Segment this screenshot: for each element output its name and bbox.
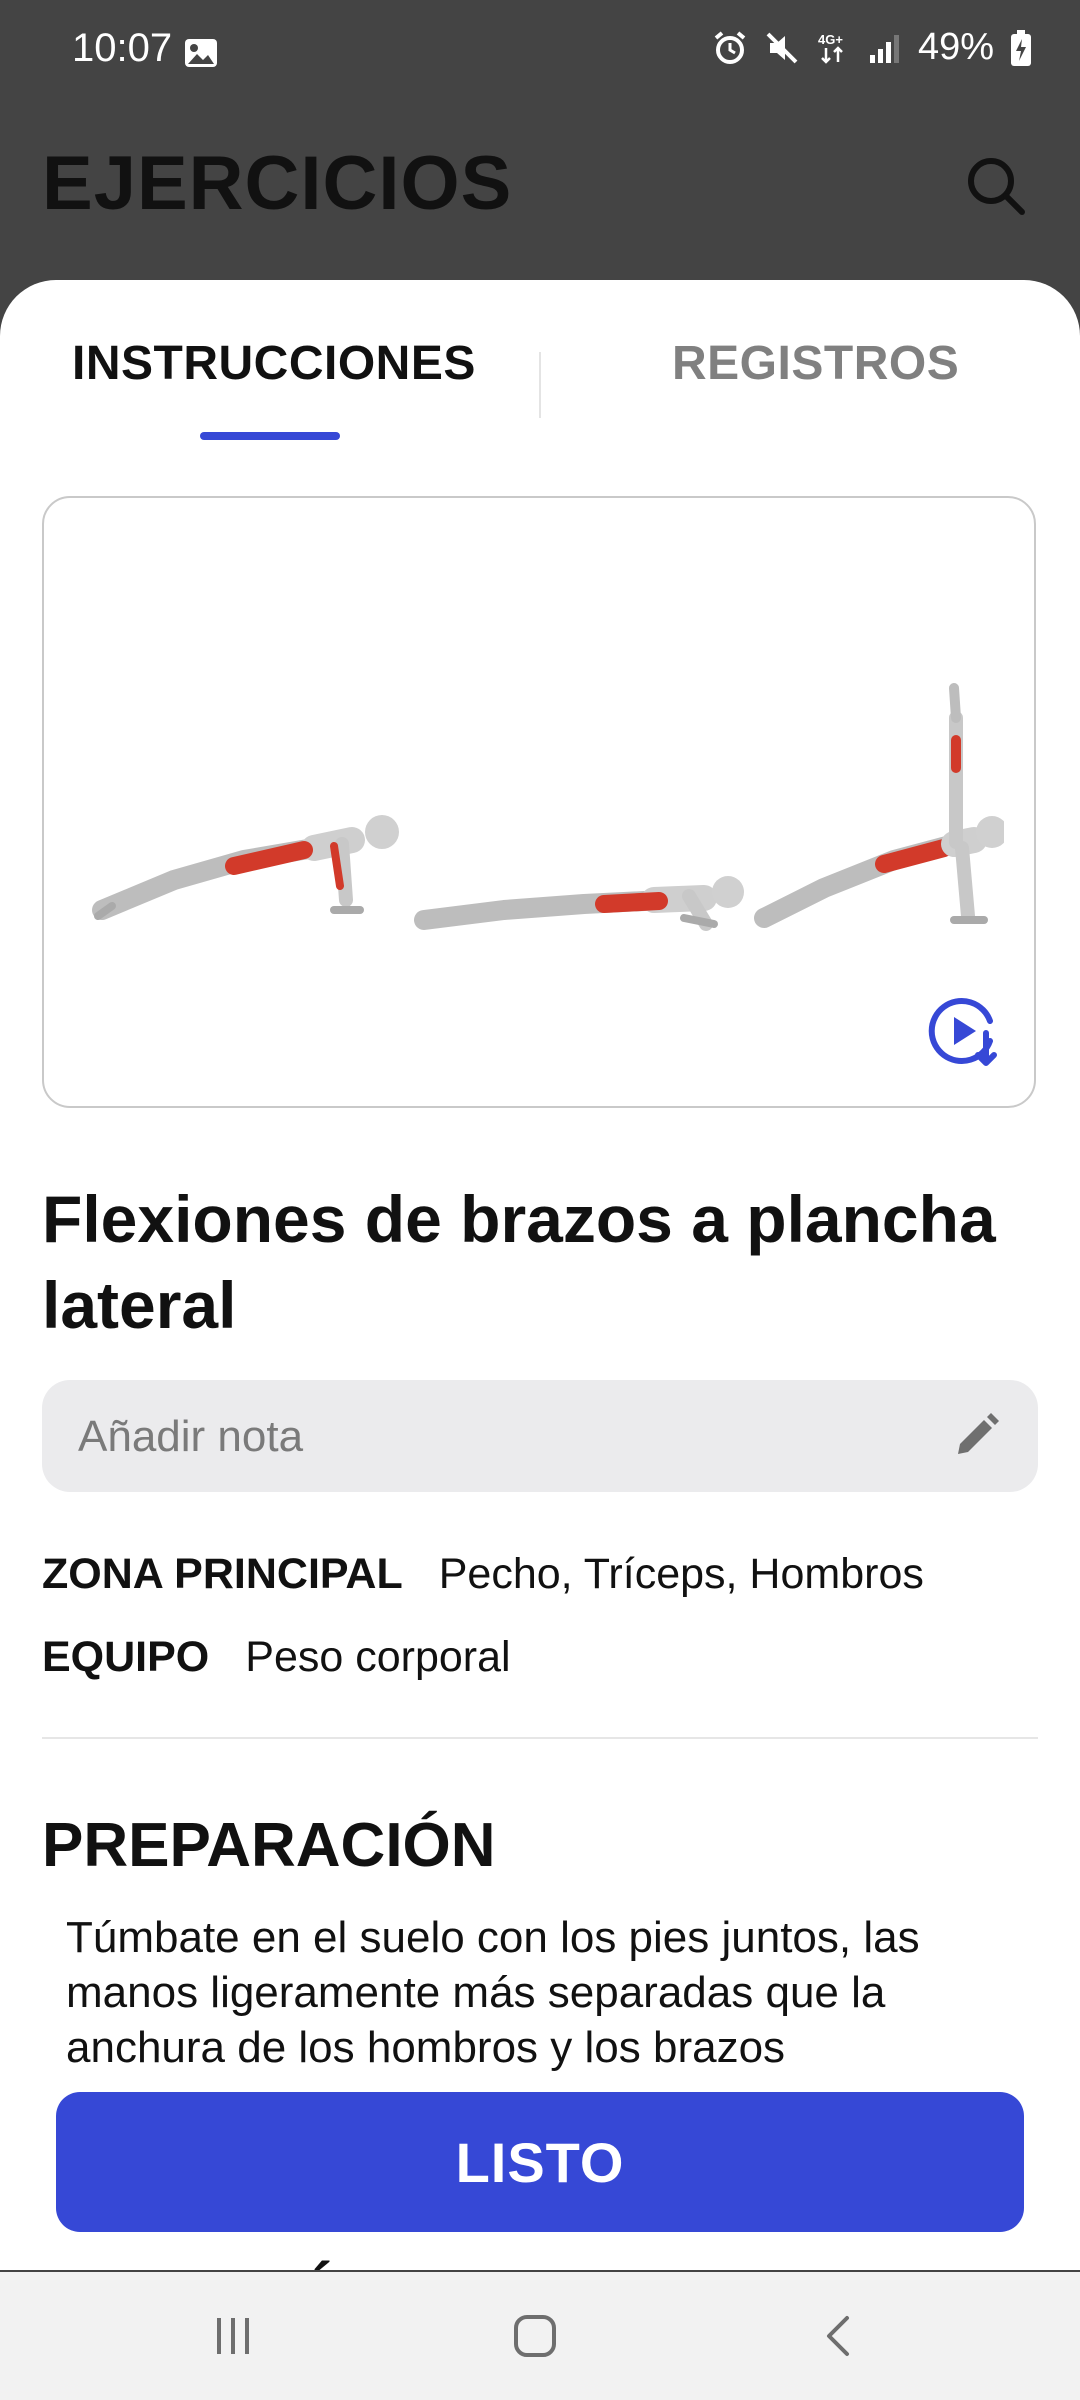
recents-button[interactable]: [198, 2304, 268, 2368]
done-button[interactable]: LISTO: [56, 2092, 1024, 2232]
next-section-peek: ´: [312, 2250, 332, 2270]
status-bar: 10:07 4G+ 49%: [0, 0, 1080, 110]
4g-icon: 4G+: [818, 32, 843, 64]
section-divider: [42, 1737, 1038, 1739]
content-sheet: INSTRUCCIONES REGISTROS Flexiones de bra…: [0, 280, 1080, 2270]
exercise-title: Flexiones de brazos a plancha lateral: [42, 1182, 996, 1342]
back-button[interactable]: [804, 2304, 874, 2368]
exercise-media-card[interactable]: [42, 496, 1036, 1108]
status-time: 10:07: [72, 26, 173, 70]
system-nav-bar: [0, 2272, 1080, 2400]
home-button[interactable]: [500, 2304, 570, 2368]
back-icon: [827, 2316, 849, 2356]
pencil-icon[interactable]: [950, 1410, 1002, 1462]
meta-zona: ZONA PRINCIPAL Pecho, Tríceps, Hombros: [42, 1550, 924, 1599]
meta-equipo-value: Peso corporal: [245, 1633, 511, 1681]
tab-registros[interactable]: REGISTROS: [672, 336, 959, 391]
page-title: EJERCICIOS: [42, 141, 513, 226]
alarm-icon: [714, 30, 746, 64]
gallery-icon: [185, 39, 217, 67]
meta-equipo: EQUIPO Peso corporal: [42, 1633, 511, 1682]
meta-equipo-label: EQUIPO: [42, 1633, 210, 1681]
tab-instrucciones[interactable]: INSTRUCCIONES: [72, 336, 476, 391]
note-field[interactable]: [42, 1380, 1038, 1494]
signal-icon: [869, 34, 899, 63]
status-icons: 4G+ 49%: [712, 26, 1032, 69]
search-button[interactable]: [960, 150, 1032, 222]
meta-zona-value: Pecho, Tríceps, Hombros: [438, 1550, 924, 1598]
battery-percent: 49%: [917, 26, 994, 68]
search-icon: [968, 158, 1025, 215]
tab-bar: INSTRUCCIONES REGISTROS: [0, 280, 1080, 440]
play-download-icon[interactable]: [924, 993, 1004, 1073]
mute-icon: [766, 32, 798, 63]
tab-divider: [539, 352, 541, 418]
svg-text:4G+: 4G+: [818, 32, 843, 47]
recents-icon: [217, 2318, 249, 2354]
meta-zona-label: ZONA PRINCIPAL: [42, 1550, 403, 1598]
exercise-illustration: [92, 683, 1004, 931]
active-tab-indicator: [200, 432, 340, 440]
home-icon: [514, 2315, 556, 2357]
preparation-text: Túmbate en el suelo con los pies juntos,…: [66, 1913, 920, 2072]
battery-charging-icon: [1011, 29, 1031, 66]
preparation-heading: PREPARACIÓN: [42, 1811, 496, 1880]
note-input[interactable]: [76, 1380, 940, 1494]
